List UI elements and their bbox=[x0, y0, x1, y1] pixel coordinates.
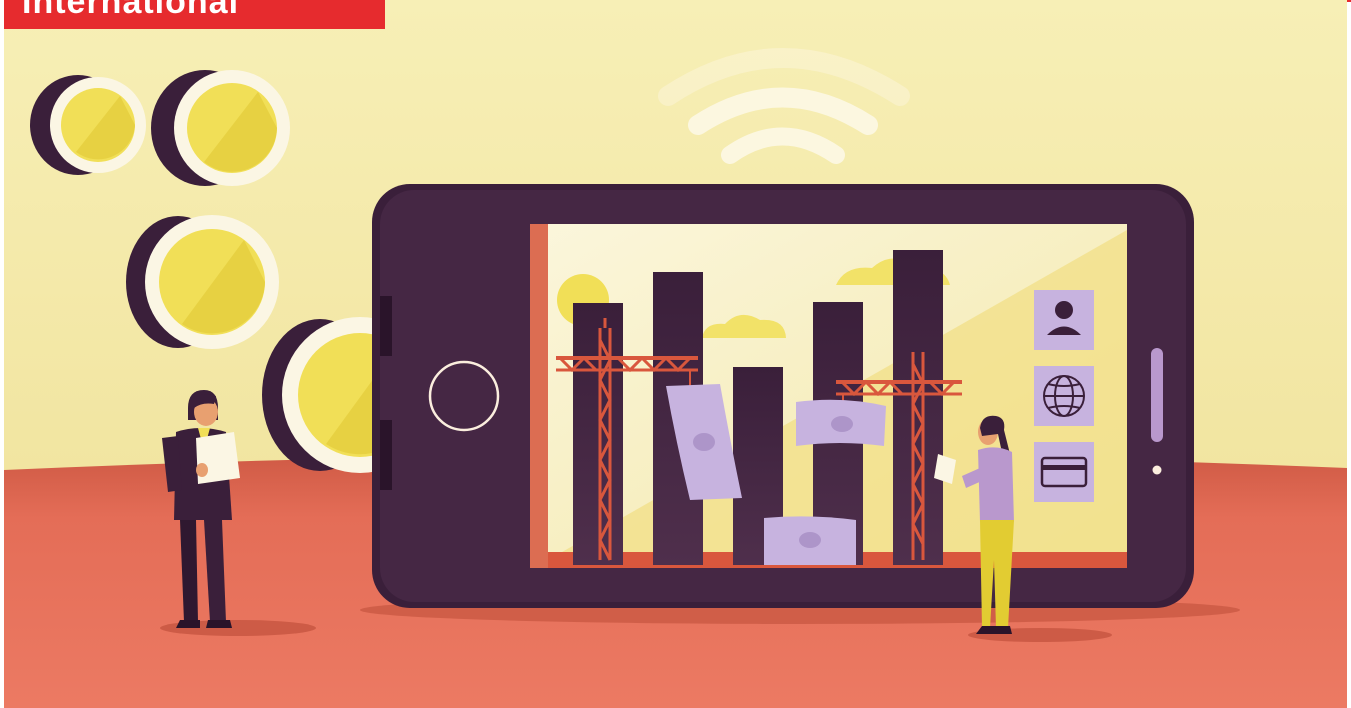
banknote bbox=[764, 516, 856, 565]
globe-icon bbox=[1034, 366, 1094, 426]
illustration bbox=[4, 0, 1347, 708]
coin bbox=[151, 70, 290, 186]
banknote bbox=[796, 399, 886, 446]
bar bbox=[893, 250, 943, 565]
section-label-text: International bbox=[22, 0, 240, 21]
user-icon bbox=[1034, 290, 1094, 350]
phone-screen bbox=[530, 224, 1127, 568]
coin bbox=[30, 75, 146, 175]
bar bbox=[573, 303, 623, 565]
credit-card-icon bbox=[1034, 442, 1094, 502]
section-label: International bbox=[4, 0, 385, 29]
coin bbox=[126, 215, 279, 349]
phone-slot bbox=[1151, 348, 1163, 442]
